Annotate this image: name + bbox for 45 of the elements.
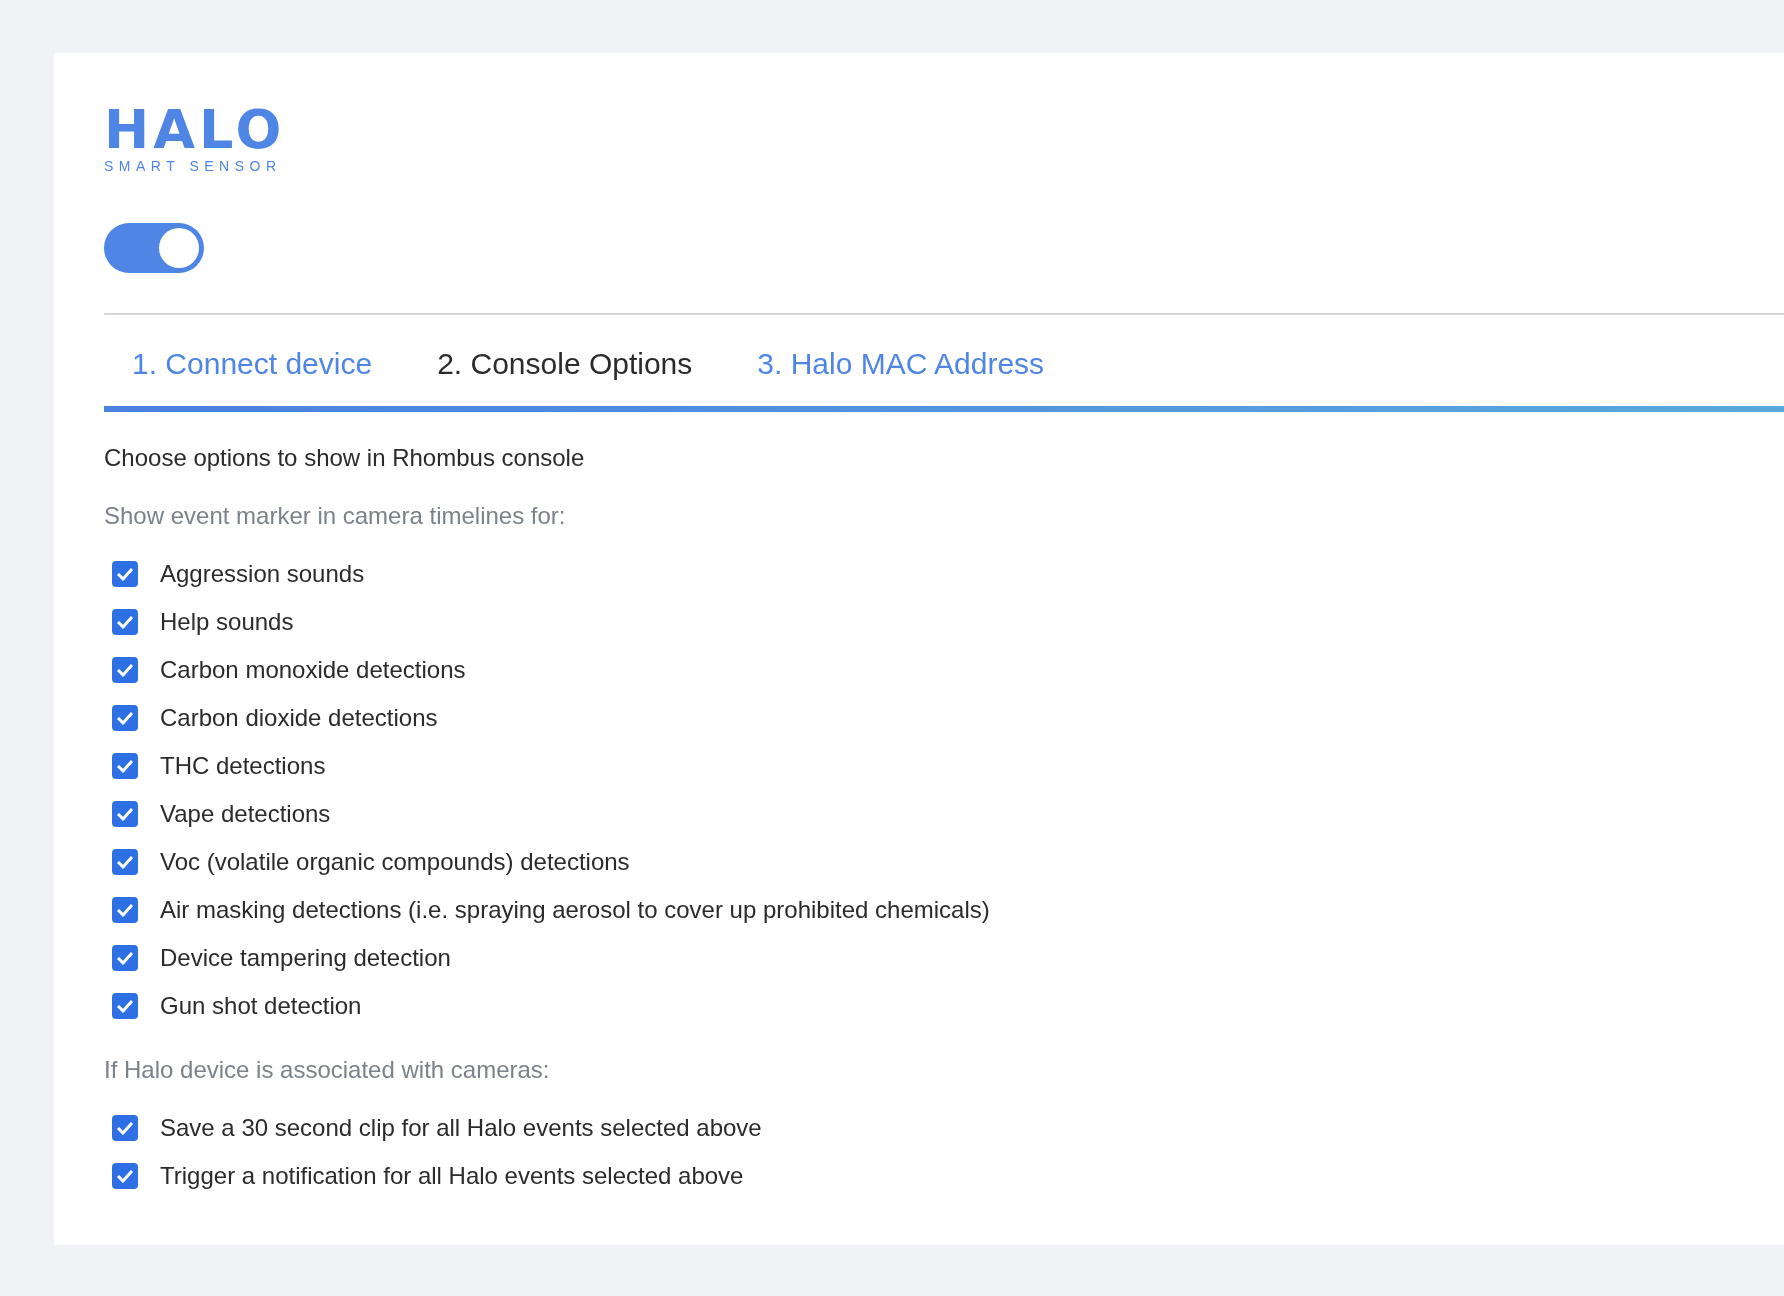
tab[interactable]: 1. Connect device — [112, 333, 398, 406]
checkbox[interactable] — [112, 561, 138, 587]
option-label: Help sounds — [160, 607, 294, 637]
option-label: Save a 30 second clip for all Halo events selected above — [160, 1113, 762, 1143]
checkmark-icon — [116, 1169, 134, 1183]
checkbox[interactable] — [112, 849, 138, 875]
checkbox[interactable] — [112, 945, 138, 971]
checkmark-icon — [116, 1121, 134, 1135]
option-label: Carbon monoxide detections — [160, 655, 466, 685]
checkmark-icon — [116, 567, 134, 581]
checkbox[interactable] — [112, 609, 138, 635]
checkmark-icon — [116, 807, 134, 821]
checkbox[interactable] — [112, 1115, 138, 1141]
option-label: Voc (volatile organic compounds) detections — [160, 847, 630, 877]
checkbox[interactable] — [112, 993, 138, 1019]
intro-text: Choose options to show in Rhombus console — [104, 443, 586, 473]
checkmark-icon — [116, 759, 134, 773]
option-label: Trigger a notification for all Halo events selected above — [160, 1161, 744, 1191]
checkmark-icon — [116, 711, 134, 725]
checkmark-icon — [116, 903, 134, 917]
checkbox[interactable] — [112, 753, 138, 779]
logo-title: HALO — [104, 103, 286, 157]
section-heading: If Halo device is associated with cameras: — [104, 1055, 551, 1085]
checkmark-icon — [116, 615, 134, 629]
option-label: Vape detections — [160, 799, 331, 829]
option-label: Aggression sounds — [160, 559, 365, 589]
logo-subtitle: SMART SENSOR — [104, 159, 283, 173]
option-label: Air masking detections (i.e. spraying aerosol to cover up prohibited chemicals) — [160, 895, 990, 925]
checkmark-icon — [116, 663, 134, 677]
option-label: Gun shot detection — [160, 991, 362, 1021]
checkmark-icon — [116, 999, 134, 1013]
checkbox[interactable] — [112, 657, 138, 683]
checkmark-icon — [116, 855, 134, 869]
checkbox[interactable] — [112, 897, 138, 923]
toggle-switch[interactable] — [104, 223, 204, 273]
checkbox[interactable] — [112, 1163, 138, 1189]
option-label: THC detections — [160, 751, 326, 781]
checkbox[interactable] — [112, 801, 138, 827]
checkbox[interactable] — [112, 705, 138, 731]
option-label: Carbon dioxide detections — [160, 703, 438, 733]
section-heading: Show event marker in camera timelines for: — [104, 501, 567, 531]
checkmark-icon — [116, 951, 134, 965]
tab[interactable]: 3. Halo MAC Address — [737, 333, 1070, 406]
option-label: Device tampering detection — [160, 943, 451, 973]
tab[interactable]: 2. Console Options — [417, 333, 718, 406]
